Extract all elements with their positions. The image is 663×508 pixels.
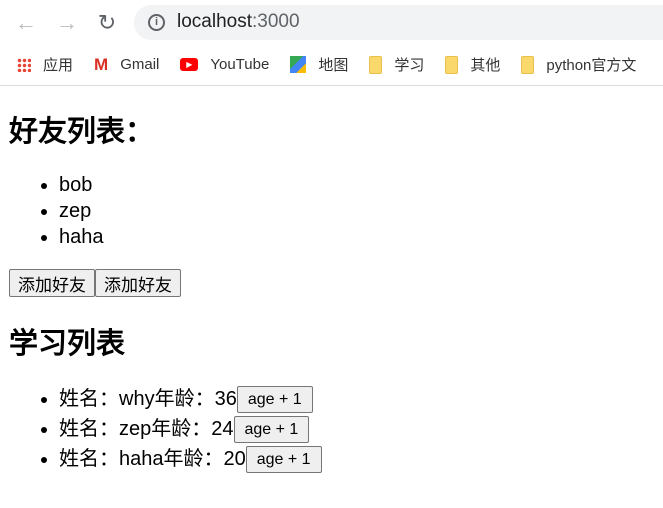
bookmarks-bar: 应用 M Gmail ▶ YouTube 地图 学习 其他 python官方文 xyxy=(0,44,663,86)
folder-icon xyxy=(521,55,535,74)
bookmark-label: 应用 xyxy=(43,57,74,74)
list-item: 姓名：haha年龄：20age + 1 xyxy=(59,444,654,474)
friends-title: 好友列表： xyxy=(9,116,155,148)
bookmark-apps[interactable]: 应用 xyxy=(17,54,73,75)
folder-icon xyxy=(369,55,383,74)
age-increment-button[interactable]: age + 1 xyxy=(236,386,313,414)
study-title: 学习列表 xyxy=(9,328,126,360)
apps-grid-icon xyxy=(17,57,31,72)
url-port: :3000 xyxy=(252,11,300,32)
bookmark-folder-other[interactable]: 其他 xyxy=(445,54,500,75)
bookmark-folder-study[interactable]: 学习 xyxy=(369,54,424,75)
gmail-icon: M xyxy=(94,54,109,74)
friends-list: bob zep haha xyxy=(9,172,654,250)
person-text: 姓名：haha年龄：20 xyxy=(59,448,246,470)
study-list: 姓名：why年龄：36age + 1 姓名：zep年龄：24age + 1 姓名… xyxy=(9,384,654,474)
bookmark-label: 学习 xyxy=(394,57,425,74)
person-text: 姓名：zep年龄：24 xyxy=(59,418,234,440)
bookmark-label: 其他 xyxy=(470,57,501,74)
bookmark-label: YouTube xyxy=(210,56,270,73)
bookmark-youtube[interactable]: ▶ YouTube xyxy=(180,56,269,73)
bookmark-label: python官方文 xyxy=(546,57,637,74)
bookmark-gmail[interactable]: M Gmail xyxy=(94,55,159,75)
bookmark-label: Gmail xyxy=(120,56,160,73)
address-bar[interactable]: i localhost:3000 xyxy=(134,5,663,40)
youtube-icon: ▶ xyxy=(180,58,199,71)
reload-icon[interactable]: ↻ xyxy=(95,10,119,36)
list-item: 姓名：zep年龄：24age + 1 xyxy=(59,414,654,444)
folder-icon xyxy=(445,55,459,74)
person-text: 姓名：why年龄：36 xyxy=(59,388,237,410)
info-icon[interactable]: i xyxy=(148,14,165,31)
url-text: localhost:3000 xyxy=(177,11,300,33)
list-item: haha xyxy=(59,224,654,250)
maps-icon xyxy=(290,56,307,73)
page-content: 好友列表： bob zep haha 添加好友 添加好友 学习列表 姓名：why… xyxy=(0,114,663,474)
bookmark-label: 地图 xyxy=(318,57,349,74)
bookmark-maps[interactable]: 地图 xyxy=(290,54,348,75)
list-item: zep xyxy=(59,198,654,224)
add-friend-button-2[interactable]: 添加好友 xyxy=(95,269,181,297)
list-item: 姓名：why年龄：36age + 1 xyxy=(59,384,654,414)
forward-icon[interactable]: → xyxy=(55,10,79,36)
bookmark-folder-python[interactable]: python官方文 xyxy=(521,54,636,75)
url-host: localhost xyxy=(177,11,252,32)
age-increment-button[interactable]: age + 1 xyxy=(233,416,310,444)
add-friend-button[interactable]: 添加好友 xyxy=(9,269,95,297)
list-item: bob xyxy=(59,172,654,198)
back-icon[interactable]: ← xyxy=(14,10,38,36)
browser-toolbar: ← → ↻ i localhost:3000 xyxy=(0,0,663,44)
age-increment-button[interactable]: age + 1 xyxy=(245,446,322,474)
